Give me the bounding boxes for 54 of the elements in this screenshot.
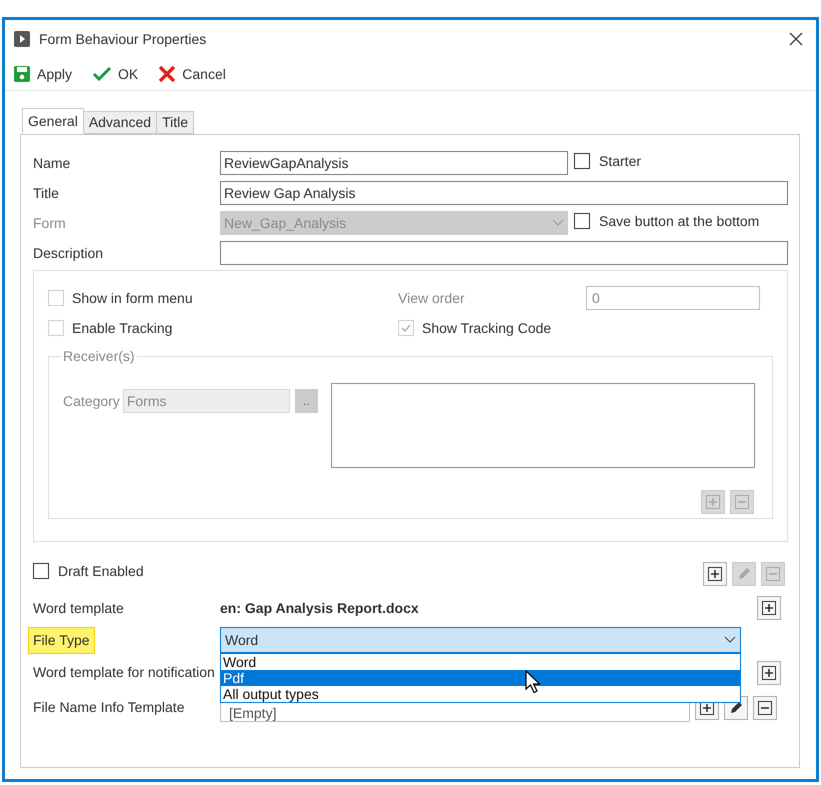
checkmark-icon [400, 322, 412, 334]
file-type-select[interactable]: Word [220, 627, 741, 653]
add-icon [703, 492, 723, 512]
text-field[interactable]: ReviewGapAnalysis [220, 151, 568, 175]
save-icon [13, 65, 31, 83]
group-title: Receiver(s) [62, 347, 136, 366]
window-title: Form Behaviour Properties [39, 30, 208, 49]
field-label: Word template for notification [33, 663, 216, 682]
remove-icon [732, 492, 752, 512]
checkmark-icon [92, 66, 112, 82]
toolbar-button[interactable]: OK [92, 64, 138, 84]
field-label: File Type [28, 626, 95, 654]
toolbar-button[interactable]: Cancel [158, 64, 226, 84]
dropdown-option[interactable]: Pdf [221, 670, 740, 686]
field-label: Category [63, 392, 120, 411]
play-icon [14, 31, 30, 47]
receivers-list[interactable] [330, 383, 755, 468]
tab[interactable]: Advanced [84, 111, 158, 134]
add-button[interactable] [703, 562, 727, 586]
toolbar-button[interactable]: Apply [13, 64, 72, 84]
field-label: File Name Info Template [33, 698, 186, 717]
checkbox-label: Show Tracking Code [422, 318, 552, 338]
field-label: Description [33, 244, 104, 263]
add-icon [705, 564, 725, 584]
checkbox-label: Enable Tracking [72, 318, 172, 338]
text-field[interactable] [220, 241, 788, 265]
tab[interactable]: Title [157, 111, 194, 134]
checkbox[interactable] [33, 563, 49, 579]
add-button[interactable] [757, 660, 781, 684]
chevron-down-icon [724, 636, 736, 644]
checkbox-label: Draft Enabled [58, 562, 144, 580]
field-label: Title [33, 184, 60, 202]
close-icon[interactable] [789, 32, 803, 46]
dropdown-option[interactable]: Word [221, 654, 740, 670]
checkbox-label: Show in form menu [72, 288, 193, 308]
field-label: Form [33, 214, 67, 232]
remove-button[interactable] [753, 696, 777, 720]
template-name: en: Gap Analysis Report.docx [220, 598, 420, 618]
field-label: Word template [33, 598, 125, 618]
dropdown-option[interactable]: All output types [221, 686, 740, 702]
chevron-down-icon [552, 219, 564, 227]
field-label: Name [33, 154, 72, 172]
checkbox-label: Save button at the bottom [599, 212, 760, 230]
text-field[interactable]: Review Gap Analysis [220, 181, 788, 205]
checkbox[interactable] [574, 153, 590, 169]
mouse-pointer-icon [525, 670, 541, 694]
close-icon [158, 65, 176, 83]
remove-icon [763, 564, 783, 584]
browse-button[interactable]: .. [294, 389, 318, 413]
checkbox-label: Starter [599, 152, 642, 170]
tab[interactable]: General [22, 108, 84, 134]
add-icon [759, 598, 779, 618]
add-button[interactable] [757, 596, 781, 620]
field-label: View order [398, 288, 466, 308]
